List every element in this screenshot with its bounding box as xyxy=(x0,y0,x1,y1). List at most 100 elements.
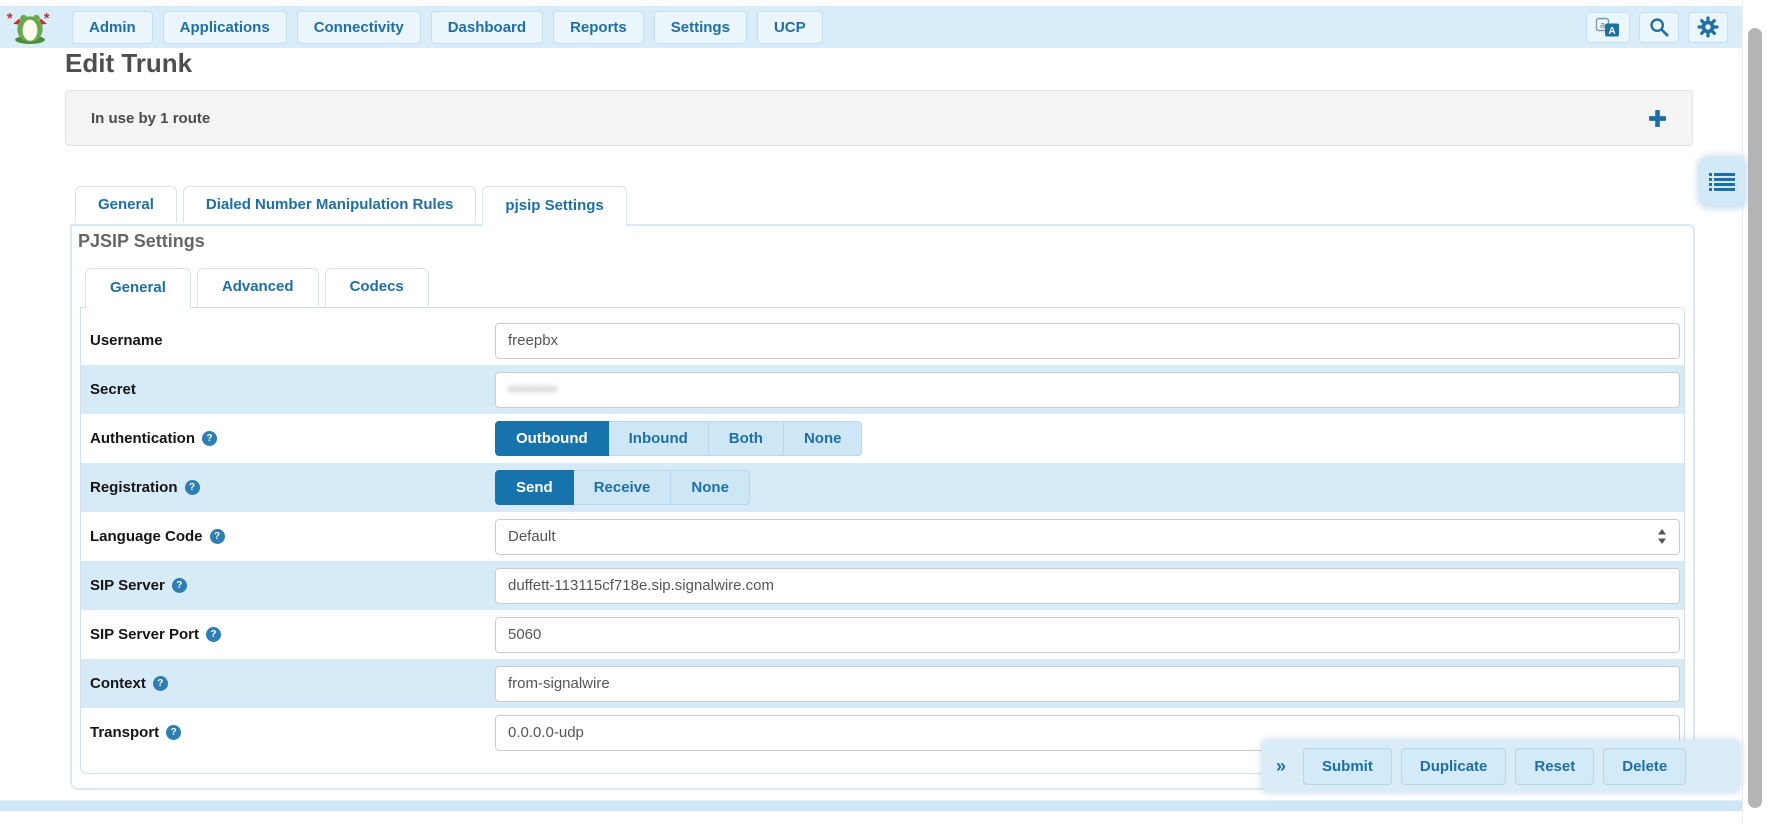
delete-button[interactable]: Delete xyxy=(1603,748,1686,785)
registration-option-none[interactable]: None xyxy=(671,470,750,505)
context-value: from-signalwire xyxy=(508,675,610,692)
language-button[interactable]: a A xyxy=(1586,12,1630,43)
registration-label-text: Registration xyxy=(90,479,178,496)
duplicate-button[interactable]: Duplicate xyxy=(1401,748,1507,785)
submit-button[interactable]: Submit xyxy=(1303,748,1392,785)
language-code-control: Default xyxy=(495,519,1680,555)
row-label-transport: Transport? xyxy=(90,724,495,741)
nav-item-dashboard[interactable]: Dashboard xyxy=(431,11,543,44)
form-row-authentication: Authentication?OutboundInboundBothNone xyxy=(81,414,1684,463)
subtab-general[interactable]: General xyxy=(85,268,191,309)
svg-text:A: A xyxy=(1609,25,1616,36)
sip-server-help-icon[interactable]: ? xyxy=(172,578,187,593)
trunk-tabs: GeneralDialed Number Manipulation Rulesp… xyxy=(75,186,633,226)
form-row-username: Username freepbx xyxy=(81,316,1684,365)
nav-items: Admin Applications Connectivity Dashboard Re… xyxy=(62,11,823,44)
tab-pjsip-settings[interactable]: pjsip Settings xyxy=(482,186,626,226)
nav-item-connectivity[interactable]: Connectivity xyxy=(297,11,421,44)
username-value: freepbx xyxy=(508,332,558,349)
secret-input[interactable]: •••••••• xyxy=(495,372,1680,408)
context-label-text: Context xyxy=(90,675,146,692)
registration-button-group: SendReceiveNone xyxy=(495,470,1680,505)
sip-server-label-text: SIP Server xyxy=(90,577,165,594)
sip-server-value: duffett-113115cf718e.sip.signalwire.com xyxy=(508,577,774,594)
context-help-icon[interactable]: ? xyxy=(153,676,168,691)
freepbx-frog-logo[interactable]: * * xyxy=(6,9,54,45)
nav-item-applications[interactable]: Applications xyxy=(163,11,287,44)
tab-dialed-number-manipulation-rules[interactable]: Dialed Number Manipulation Rules xyxy=(183,186,477,223)
sip-server-control: duffett-113115cf718e.sip.signalwire.com xyxy=(495,568,1680,604)
action-buttons: SubmitDuplicateResetDelete xyxy=(1294,748,1686,785)
language-code-value: Default xyxy=(508,528,556,545)
row-label-registration: Registration? xyxy=(90,479,495,496)
form-row-context: Context? from-signalwire xyxy=(81,659,1684,708)
list-icon xyxy=(1709,172,1735,193)
form-row-secret: Secret •••••••• xyxy=(81,365,1684,414)
usage-text: In use by 1 route xyxy=(91,110,210,127)
username-input[interactable]: freepbx xyxy=(495,323,1680,359)
registration-help-icon[interactable]: ? xyxy=(185,480,200,495)
nav-item-ucp[interactable]: UCP xyxy=(757,11,823,44)
pjsip-subtabs: GeneralAdvancedCodecs xyxy=(85,268,435,309)
language-code-label-text: Language Code xyxy=(90,528,203,545)
form-row-sip-server: SIP Server? duffett-113115cf718e.sip.sign… xyxy=(81,561,1684,610)
authentication-button-group: OutboundInboundBothNone xyxy=(495,421,1680,456)
language-code-select[interactable]: Default xyxy=(495,519,1680,555)
list-flyout-button[interactable] xyxy=(1700,158,1744,206)
registration-option-send[interactable]: Send xyxy=(495,470,574,505)
transport-label-text: Transport xyxy=(90,724,159,741)
username-control: freepbx xyxy=(495,323,1680,359)
top-navbar: * * Admin Applications Connectivity Dashboa… xyxy=(0,6,1742,48)
svg-text:*: * xyxy=(44,11,50,27)
authentication-help-icon[interactable]: ? xyxy=(202,431,217,446)
authentication-label-text: Authentication xyxy=(90,430,195,447)
sip-server-input[interactable]: duffett-113115cf718e.sip.signalwire.com xyxy=(495,568,1680,604)
pjsip-general-form: Username freepbx Secret •••••••• Authenticat… xyxy=(80,307,1685,774)
nav-right-icons: a A xyxy=(1586,12,1728,43)
plus-icon[interactable] xyxy=(1649,110,1666,127)
form-row-registration: Registration?SendReceiveNone xyxy=(81,463,1684,512)
secret-value: •••••••• xyxy=(508,381,558,398)
language-code-help-icon[interactable]: ? xyxy=(210,529,225,544)
gear-icon xyxy=(1697,16,1719,38)
collapse-chevrons-icon[interactable]: » xyxy=(1276,756,1286,777)
row-label-sip-server: SIP Server? xyxy=(90,577,495,594)
select-spinner-icon xyxy=(1657,528,1667,545)
search-button[interactable] xyxy=(1639,12,1679,43)
transport-help-icon[interactable]: ? xyxy=(166,725,181,740)
context-input[interactable]: from-signalwire xyxy=(495,666,1680,702)
nav-item-admin[interactable]: Admin xyxy=(72,11,153,44)
secret-control: •••••••• xyxy=(495,372,1680,408)
subtab-codecs[interactable]: Codecs xyxy=(325,268,429,306)
secret-label-text: Secret xyxy=(90,381,136,398)
language-icon: a A xyxy=(1595,17,1621,38)
authentication-control: OutboundInboundBothNone xyxy=(495,421,1680,456)
authentication-option-none[interactable]: None xyxy=(784,421,863,456)
usage-panel[interactable]: In use by 1 route xyxy=(65,90,1693,146)
sip-server-port-control: 5060 xyxy=(495,617,1680,653)
scrollbar-thumb[interactable] xyxy=(1748,28,1762,808)
settings-gear-button[interactable] xyxy=(1688,12,1728,43)
reset-button[interactable]: Reset xyxy=(1515,748,1594,785)
action-bar: » SubmitDuplicateResetDelete xyxy=(1262,740,1740,792)
sip-server-port-input[interactable]: 5060 xyxy=(495,617,1680,653)
row-label-authentication: Authentication? xyxy=(90,430,495,447)
sip-server-port-help-icon[interactable]: ? xyxy=(206,627,221,642)
subtab-advanced[interactable]: Advanced xyxy=(197,268,319,306)
authentication-option-outbound[interactable]: Outbound xyxy=(495,421,609,456)
footer-bar xyxy=(0,800,1742,811)
svg-text:a: a xyxy=(1600,20,1605,30)
sip-server-port-value: 5060 xyxy=(508,626,541,643)
pjsip-heading: PJSIP Settings xyxy=(78,231,205,252)
row-label-username: Username xyxy=(90,332,495,349)
tab-general[interactable]: General xyxy=(75,186,177,223)
row-label-context: Context? xyxy=(90,675,495,692)
nav-item-settings[interactable]: Settings xyxy=(654,11,747,44)
form-row-sip-server-port: SIP Server Port?5060 xyxy=(81,610,1684,659)
registration-option-receive[interactable]: Receive xyxy=(574,470,672,505)
registration-control: SendReceiveNone xyxy=(495,470,1680,505)
nav-item-reports[interactable]: Reports xyxy=(553,11,644,44)
form-row-language-code: Language Code? Default xyxy=(81,512,1684,561)
authentication-option-both[interactable]: Both xyxy=(709,421,784,456)
authentication-option-inbound[interactable]: Inbound xyxy=(609,421,709,456)
